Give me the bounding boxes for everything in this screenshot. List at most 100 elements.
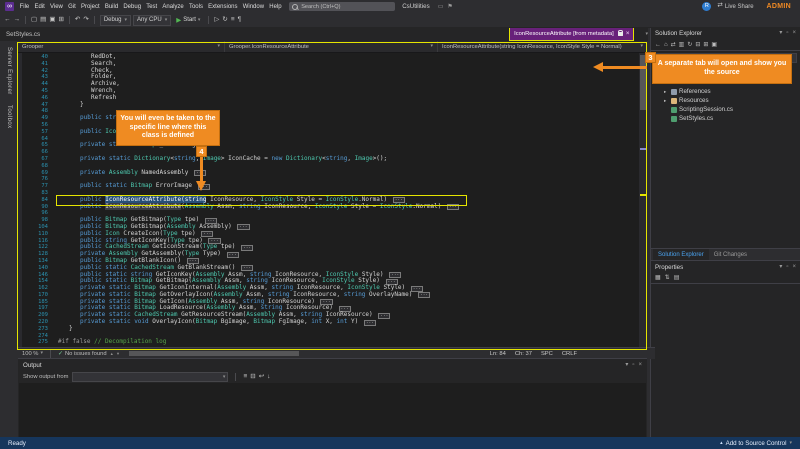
tab-setstyles-cs[interactable]: SetStyles.cs xyxy=(0,27,46,41)
code-line-69[interactable]: private Assembly NamedAssembly ... xyxy=(58,170,206,177)
open-file-icon[interactable]: ▤ xyxy=(40,17,46,24)
code-line-273[interactable]: } xyxy=(58,326,73,333)
expand-arrow-icon[interactable]: ▸ xyxy=(664,98,669,104)
navigate-forward-icon[interactable]: → xyxy=(14,17,21,24)
tab-iconresourceattribute-from-metadata[interactable]: IconResourceAttribute [from metadata] xyxy=(510,28,633,40)
pin-icon[interactable]: ▫ xyxy=(786,264,788,270)
menu-help[interactable]: Help xyxy=(267,4,285,10)
code-line-46[interactable]: Refresh xyxy=(58,95,116,102)
find-in-files-icon[interactable]: ≡ xyxy=(231,17,235,24)
menu-analyze[interactable]: Analyze xyxy=(160,4,187,10)
navigate-back-icon[interactable]: ← xyxy=(4,17,11,24)
side-tab-toolbox[interactable]: Toolbox xyxy=(6,105,12,128)
line-number: 162 xyxy=(22,285,48,292)
editor-horizontal-scrollbar[interactable] xyxy=(127,350,482,357)
collapse-all-icon[interactable]: ⊟ xyxy=(695,42,700,48)
alphabetical-icon[interactable]: ⇅ xyxy=(665,275,670,281)
quick-search-input[interactable]: Search (Ctrl+Q) xyxy=(289,2,395,11)
feedback-icon[interactable]: ▭ xyxy=(438,4,444,10)
notifications-bell-icon[interactable]: ⚑ xyxy=(447,4,452,10)
type-dropdown[interactable]: Grooper.IconResourceAttribute xyxy=(225,41,438,52)
property-pages-icon[interactable]: ▤ xyxy=(674,275,680,281)
menu-test[interactable]: Test xyxy=(144,4,160,10)
menu-build[interactable]: Build xyxy=(102,4,121,10)
run-without-debugging-icon[interactable]: ▷ xyxy=(214,17,219,24)
scrollbar-thumb[interactable] xyxy=(129,351,299,356)
menu-edit[interactable]: Edit xyxy=(32,4,48,10)
redo-icon[interactable]: ↷ xyxy=(83,17,88,24)
back-icon[interactable]: ← xyxy=(655,42,661,48)
tree-item-setstyles-cs[interactable]: SetStyles.cs xyxy=(651,114,800,123)
output-content[interactable] xyxy=(19,383,646,437)
code-editor[interactable]: 4041424344454647484956576465666768697677… xyxy=(18,52,647,347)
save-all-icon[interactable]: ⊞ xyxy=(58,17,63,24)
close-icon[interactable]: × xyxy=(792,30,796,36)
code-line-47[interactable]: } xyxy=(58,102,84,109)
document-health-indicator[interactable]: No issues found xyxy=(58,350,107,357)
pin-icon[interactable]: ▫ xyxy=(786,30,788,36)
close-tab-icon[interactable] xyxy=(626,31,630,38)
properties-icon[interactable]: ▣ xyxy=(711,42,717,48)
window-position-icon[interactable]: ▾ xyxy=(779,30,782,36)
menu-project[interactable]: Project xyxy=(78,4,102,10)
line-number: 46 xyxy=(22,95,48,102)
menu-view[interactable]: View xyxy=(47,4,65,10)
pin-icon[interactable]: ▫ xyxy=(632,362,634,368)
undo-icon[interactable]: ↶ xyxy=(75,17,80,24)
user-avatar[interactable]: R xyxy=(702,2,711,11)
tree-item-resources[interactable]: ▸Resources xyxy=(651,96,800,105)
scrollbar-thumb[interactable] xyxy=(640,55,646,110)
menu-file[interactable]: File xyxy=(17,4,32,10)
window-position-icon[interactable]: ▾ xyxy=(625,362,628,368)
live-share-button[interactable]: ⇄ Live Share xyxy=(717,3,753,10)
menu-git[interactable]: Git xyxy=(65,4,78,10)
word-wrap-icon[interactable]: ↩ xyxy=(259,374,264,381)
previous-issue-icon[interactable] xyxy=(111,351,113,357)
find-message-icon[interactable]: ≡ xyxy=(243,374,247,381)
save-icon[interactable]: ▣ xyxy=(49,17,55,24)
annotation-step-3-badge: 3 xyxy=(645,52,656,63)
status-ch: Ch: 37 xyxy=(515,351,532,357)
refresh-icon[interactable]: ↻ xyxy=(687,42,692,48)
close-icon[interactable]: × xyxy=(792,264,796,270)
solution-configurations-dropdown[interactable]: Debug xyxy=(100,15,131,26)
command-window-icon[interactable]: ¶ xyxy=(238,17,242,24)
code-line-77[interactable]: public static Bitmap ErrorImage ... xyxy=(58,183,210,190)
hot-reload-icon[interactable]: ↻ xyxy=(222,17,227,24)
code-token: Bitmap xyxy=(253,318,275,325)
solution-platforms-dropdown[interactable]: Any CPU xyxy=(133,15,171,26)
expand-arrow-icon[interactable]: ▸ xyxy=(664,89,669,95)
home-icon[interactable]: ⌂ xyxy=(664,42,668,48)
output-source-dropdown[interactable] xyxy=(72,372,228,382)
clear-all-icon[interactable]: ⊟ xyxy=(250,374,255,381)
filter-icon[interactable]: ▥ xyxy=(679,42,685,48)
start-debugging-button[interactable]: ▶ Start xyxy=(173,16,203,24)
tree-item-references[interactable]: ▸References xyxy=(651,87,800,96)
switch-views-icon[interactable]: ⇄ xyxy=(671,42,676,48)
code-line-90[interactable]: public IconResourceAttribute(Assembly As… xyxy=(58,204,459,211)
zoom-dropdown[interactable]: 100 % xyxy=(22,351,43,357)
window-position-icon[interactable]: ▾ xyxy=(779,264,782,270)
visual-studio-logo-icon: ∞ xyxy=(5,2,14,11)
tree-item-scriptingsession-cs[interactable]: ScriptingSession.cs xyxy=(651,105,800,114)
add-to-source-control-button[interactable]: Add to Source Control xyxy=(720,440,792,447)
next-issue-icon[interactable] xyxy=(117,351,119,357)
code-token: IconResourceAttribute xyxy=(105,203,181,210)
code-line-220[interactable]: private static void OverlayIcon(Bitmap B… xyxy=(58,319,376,326)
tab-list-dropdown-icon[interactable] xyxy=(645,32,648,37)
menu-window[interactable]: Window xyxy=(240,4,267,10)
autoscroll-icon[interactable]: ↓ xyxy=(267,374,270,381)
side-tab-server-explorer[interactable]: Server Explorer xyxy=(6,47,12,95)
editor-vertical-scrollbar[interactable] xyxy=(639,52,647,347)
project-dropdown[interactable]: Grooper xyxy=(18,41,225,52)
categorized-icon[interactable]: ▦ xyxy=(655,275,661,281)
code-line-275[interactable]: #if false // Decompilation log xyxy=(58,339,166,346)
new-file-icon[interactable]: ▢ xyxy=(31,17,37,24)
menu-tools[interactable]: Tools xyxy=(186,4,205,10)
code-line-67[interactable]: private static Dictionary<string, Image>… xyxy=(58,156,387,163)
member-dropdown[interactable]: IconResourceAttribute(string IconResourc… xyxy=(438,41,647,52)
menu-extensions[interactable]: Extensions xyxy=(206,4,241,10)
show-all-files-icon[interactable]: ⊞ xyxy=(703,42,708,48)
menu-debug[interactable]: Debug xyxy=(121,4,144,10)
close-icon[interactable]: × xyxy=(638,362,642,368)
